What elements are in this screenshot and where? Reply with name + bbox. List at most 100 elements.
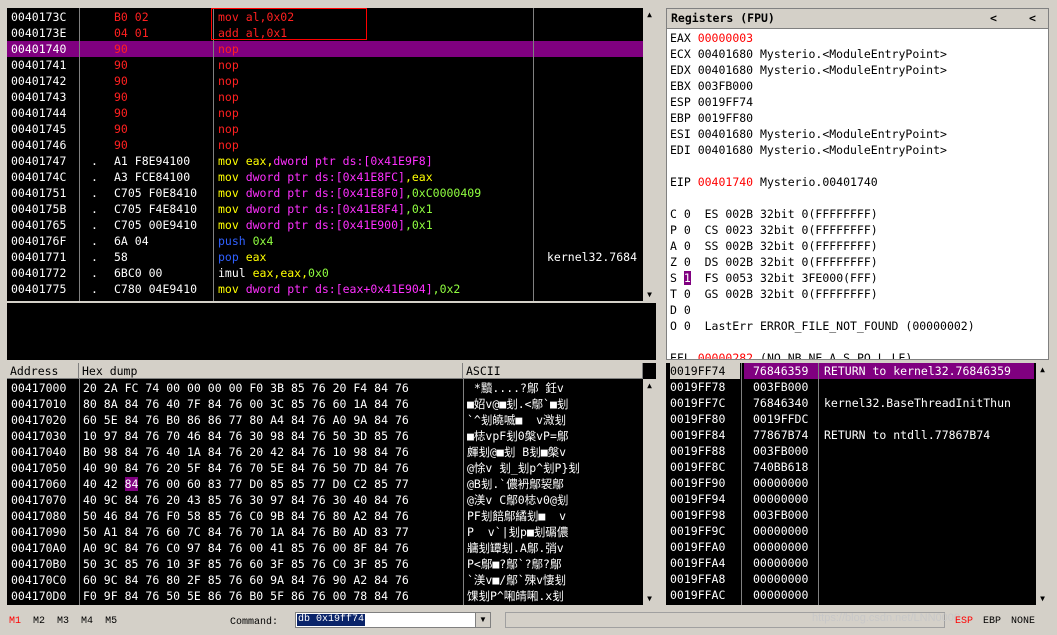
stack-row[interactable]: 0019FFAC 00000000 (666, 587, 1036, 603)
scroll-up-icon[interactable]: ▲ (1036, 363, 1049, 376)
hex-byte[interactable]: 76 (312, 397, 326, 411)
hex-byte[interactable]: 9F (104, 589, 118, 603)
hex-byte[interactable]: F0 (83, 589, 97, 603)
hex-byte[interactable]: 76 (229, 509, 243, 523)
hex-byte[interactable]: 76 (395, 429, 409, 443)
register-row[interactable]: EBP 0019FF80 (670, 110, 1048, 126)
dump-row[interactable]: 00417070 40 9C 84 76 20 43 85 76 30 97 84… (7, 492, 643, 508)
hex-byte[interactable]: 76 (312, 381, 326, 395)
hex-byte[interactable]: 84 (374, 445, 388, 459)
register-row[interactable]: O 0 LastErr ERROR_FILE_NOT_FOUND (000000… (670, 318, 1048, 334)
hex-byte[interactable]: 84 (208, 429, 222, 443)
hex-byte[interactable]: 76 (395, 413, 409, 427)
hex-byte[interactable]: 84 (374, 413, 388, 427)
stack-row[interactable]: 0019FFA8 00000000 (666, 571, 1036, 587)
stack-row[interactable]: 0019FF7C 76846340 kernel32.BaseThreadInitT… (666, 395, 1036, 411)
hex-byte[interactable]: 00 (333, 541, 347, 555)
hex-byte[interactable]: A1 (104, 525, 118, 539)
hex-byte[interactable]: 40 (166, 445, 180, 459)
register-row[interactable]: EBX 003FB000 (670, 78, 1048, 94)
stack-row[interactable]: 0019FF9C 00000000 (666, 523, 1036, 539)
scroll-down-icon[interactable]: ▼ (643, 288, 656, 301)
hex-byte[interactable]: 97 (187, 541, 201, 555)
hex-byte[interactable]: A0 (83, 541, 97, 555)
hex-byte[interactable]: 77 (229, 477, 243, 491)
hex-byte[interactable]: 98 (353, 445, 367, 459)
hex-byte[interactable]: 76 (229, 397, 243, 411)
hex-byte[interactable]: 60 (333, 397, 347, 411)
hex-byte[interactable]: 84 (125, 525, 139, 539)
hex-byte[interactable]: 77 (229, 413, 243, 427)
hex-byte[interactable]: B0 (249, 589, 263, 603)
disassembly-pane[interactable]: 0040173C B0 02 mov al,0x02 0040173E 04 01 add… (7, 8, 656, 301)
hex-byte[interactable]: 76 (229, 461, 243, 475)
hex-byte[interactable]: 60 (166, 525, 180, 539)
stack-row[interactable]: 0019FF94 00000000 (666, 491, 1036, 507)
register-row[interactable]: EDX 00401680 Mysterio.<ModuleEntryPoint> (670, 62, 1048, 78)
dump-header-ascii[interactable]: ASCII (463, 363, 643, 379)
status-label-none[interactable]: NONE (1011, 616, 1035, 627)
hex-byte[interactable]: 76 (145, 509, 159, 523)
hex-byte[interactable]: 76 (395, 509, 409, 523)
hex-byte[interactable]: 84 (125, 397, 139, 411)
hex-byte[interactable]: 58 (187, 509, 201, 523)
hex-byte[interactable]: 5E (187, 589, 201, 603)
hex-byte[interactable]: 98 (270, 429, 284, 443)
hex-byte[interactable]: 00 (229, 381, 243, 395)
hex-byte[interactable]: 00 (208, 381, 222, 395)
stack-scrollbar[interactable]: ▲ ▼ (1036, 363, 1049, 605)
hex-byte[interactable]: 00 (249, 541, 263, 555)
hex-byte[interactable]: 30 (249, 493, 263, 507)
register-row[interactable]: ECX 00401680 Mysterio.<ModuleEntryPoint> (670, 46, 1048, 62)
hex-byte[interactable]: 84 (125, 493, 139, 507)
hex-byte[interactable]: 84 (291, 445, 305, 459)
hex-byte[interactable]: 80 (83, 397, 97, 411)
hex-byte[interactable]: 85 (208, 573, 222, 587)
hex-byte[interactable]: 84 (125, 413, 139, 427)
hex-byte[interactable]: 76 (395, 445, 409, 459)
hex-byte[interactable]: 00 (249, 397, 263, 411)
hex-byte[interactable]: 60 (249, 573, 263, 587)
hex-byte[interactable]: A2 (353, 509, 367, 523)
hex-byte[interactable]: 76 (395, 397, 409, 411)
stack-pane[interactable]: 0019FF74 76846359 RETURN to kernel32.76846… (666, 363, 1049, 605)
disassembly-list[interactable]: 0040173C B0 02 mov al,0x02 0040173E 04 01 add… (7, 9, 643, 301)
disasm-row[interactable]: 00401775. C780 04E9410 mov dword ptr ds:[e… (7, 281, 643, 297)
hex-byte[interactable]: 3F (353, 557, 367, 571)
disasm-row[interactable]: 0040174C. A3 FCE84100 mov dword ptr ds:[0x… (7, 169, 643, 185)
hex-byte[interactable]: 20 (333, 381, 347, 395)
stack-row[interactable]: 0019FF84 77867B74 RETURN to ntdll.77867B74 (666, 427, 1036, 443)
hex-byte[interactable]: 76 (312, 445, 326, 459)
hex-byte[interactable]: 43 (187, 493, 201, 507)
disasm-row[interactable]: 00401751. C705 F0E8410 mov dword ptr ds:[0… (7, 185, 643, 201)
hex-byte[interactable]: 76 (395, 541, 409, 555)
hex-byte[interactable]: 86 (291, 589, 305, 603)
disasm-row[interactable]: 00401743 90 nop (7, 89, 643, 105)
hex-byte[interactable]: 76 (145, 493, 159, 507)
hex-byte[interactable]: 50 (333, 461, 347, 475)
hex-byte[interactable]: 76 (145, 461, 159, 475)
hex-byte[interactable]: 84 (291, 493, 305, 507)
hex-byte[interactable]: 84 (374, 493, 388, 507)
hex-byte[interactable]: 76 (395, 493, 409, 507)
hex-byte[interactable]: 84 (291, 509, 305, 523)
hex-byte[interactable]: 8A (104, 397, 118, 411)
hex-byte[interactable]: 84 (291, 525, 305, 539)
hex-byte[interactable]: 76 (145, 541, 159, 555)
disasm-row[interactable]: 00401771. 58 pop eax kernel32.7684 (7, 249, 643, 265)
hex-byte[interactable]: 76 (229, 525, 243, 539)
hex-byte[interactable]: 7F (187, 397, 201, 411)
hex-byte[interactable]: 76 (312, 509, 326, 523)
hex-byte[interactable]: 76 (229, 557, 243, 571)
hex-byte[interactable]: 84 (125, 429, 139, 443)
hex-byte[interactable]: AD (353, 525, 367, 539)
hex-byte[interactable]: 85 (291, 381, 305, 395)
hex-byte[interactable]: 2F (187, 573, 201, 587)
hex-byte[interactable]: F4 (353, 381, 367, 395)
stack-row[interactable]: 0019FF78 003FB000 (666, 379, 1036, 395)
hex-byte[interactable]: 84 (291, 461, 305, 475)
hex-byte[interactable]: 84 (291, 573, 305, 587)
hex-byte[interactable]: 76 (312, 429, 326, 443)
hex-byte[interactable]: 85 (291, 397, 305, 411)
register-row[interactable]: EFL 00000282 (NO,NB,NE,A,S,PO,L,LE) (670, 350, 1048, 359)
